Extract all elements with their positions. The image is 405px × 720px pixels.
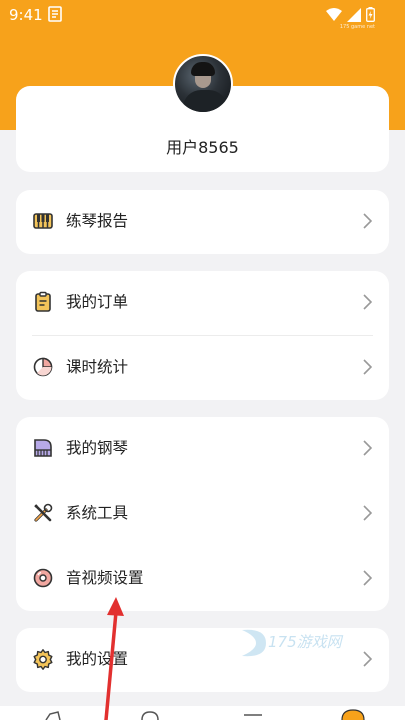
menu-item-lesson-stats[interactable]: 课时统计 (16, 336, 389, 400)
avatar[interactable] (173, 54, 233, 114)
username: 用户8565 (166, 138, 239, 157)
battery-icon (366, 7, 375, 22)
menu-label-my-orders: 我的订单 (66, 293, 129, 311)
avatar-hair (191, 62, 215, 76)
chevron-right-icon (363, 359, 372, 375)
menu-item-my-orders[interactable]: 我的订单 (16, 271, 389, 335)
menu-label-practice-report: 练琴报告 (66, 212, 129, 230)
menu-label-my-piano: 我的钢琴 (66, 439, 129, 457)
piano-keys-icon (33, 213, 53, 229)
wifi-icon (326, 7, 342, 21)
pie-chart-icon (33, 357, 53, 377)
bottom-tab-bar (0, 706, 405, 720)
menu-label-lesson-stats: 课时统计 (66, 358, 129, 376)
avatar-body (183, 90, 227, 112)
signal-icon (347, 7, 361, 22)
chevron-right-icon (363, 505, 372, 521)
menu-label-my-settings: 我的设置 (66, 650, 129, 668)
menu-group-tools: 我的钢琴 系统工具 音视频设置 (16, 417, 389, 611)
menu-label-system-tools: 系统工具 (66, 504, 129, 522)
menu-item-system-tools[interactable]: 系统工具 (16, 482, 389, 546)
chevron-right-icon (363, 570, 372, 586)
watermark-logo-icon (242, 629, 266, 657)
av-disc-icon (33, 568, 53, 588)
menu-item-practice-report[interactable]: 练琴报告 (16, 190, 389, 254)
watermark-text: 175游戏网 (268, 633, 342, 651)
menu-group-orders: 我的订单 课时统计 (16, 271, 389, 400)
grand-piano-icon (34, 439, 52, 457)
menu-item-av-settings[interactable]: 音视频设置 (16, 547, 389, 611)
gear-icon (33, 649, 53, 670)
notification-icon (48, 6, 62, 22)
menu-group-report: 练琴报告 (16, 190, 389, 254)
tab-icons-strip (45, 709, 365, 720)
status-icons (326, 7, 375, 22)
chevron-right-icon (363, 294, 372, 310)
chevron-right-icon (363, 440, 372, 456)
menu-item-my-piano[interactable]: 我的钢琴 (16, 417, 389, 481)
site-watermark: 175游戏网 (236, 626, 366, 660)
clipboard-icon (35, 291, 51, 312)
tools-icon (34, 503, 53, 522)
corner-watermark: 175 game net (339, 24, 375, 30)
status-time: 9:41 (9, 6, 43, 24)
chevron-right-icon (363, 213, 372, 229)
status-bar: 9:41 175 game net (0, 0, 405, 30)
menu-label-av-settings: 音视频设置 (66, 569, 144, 587)
